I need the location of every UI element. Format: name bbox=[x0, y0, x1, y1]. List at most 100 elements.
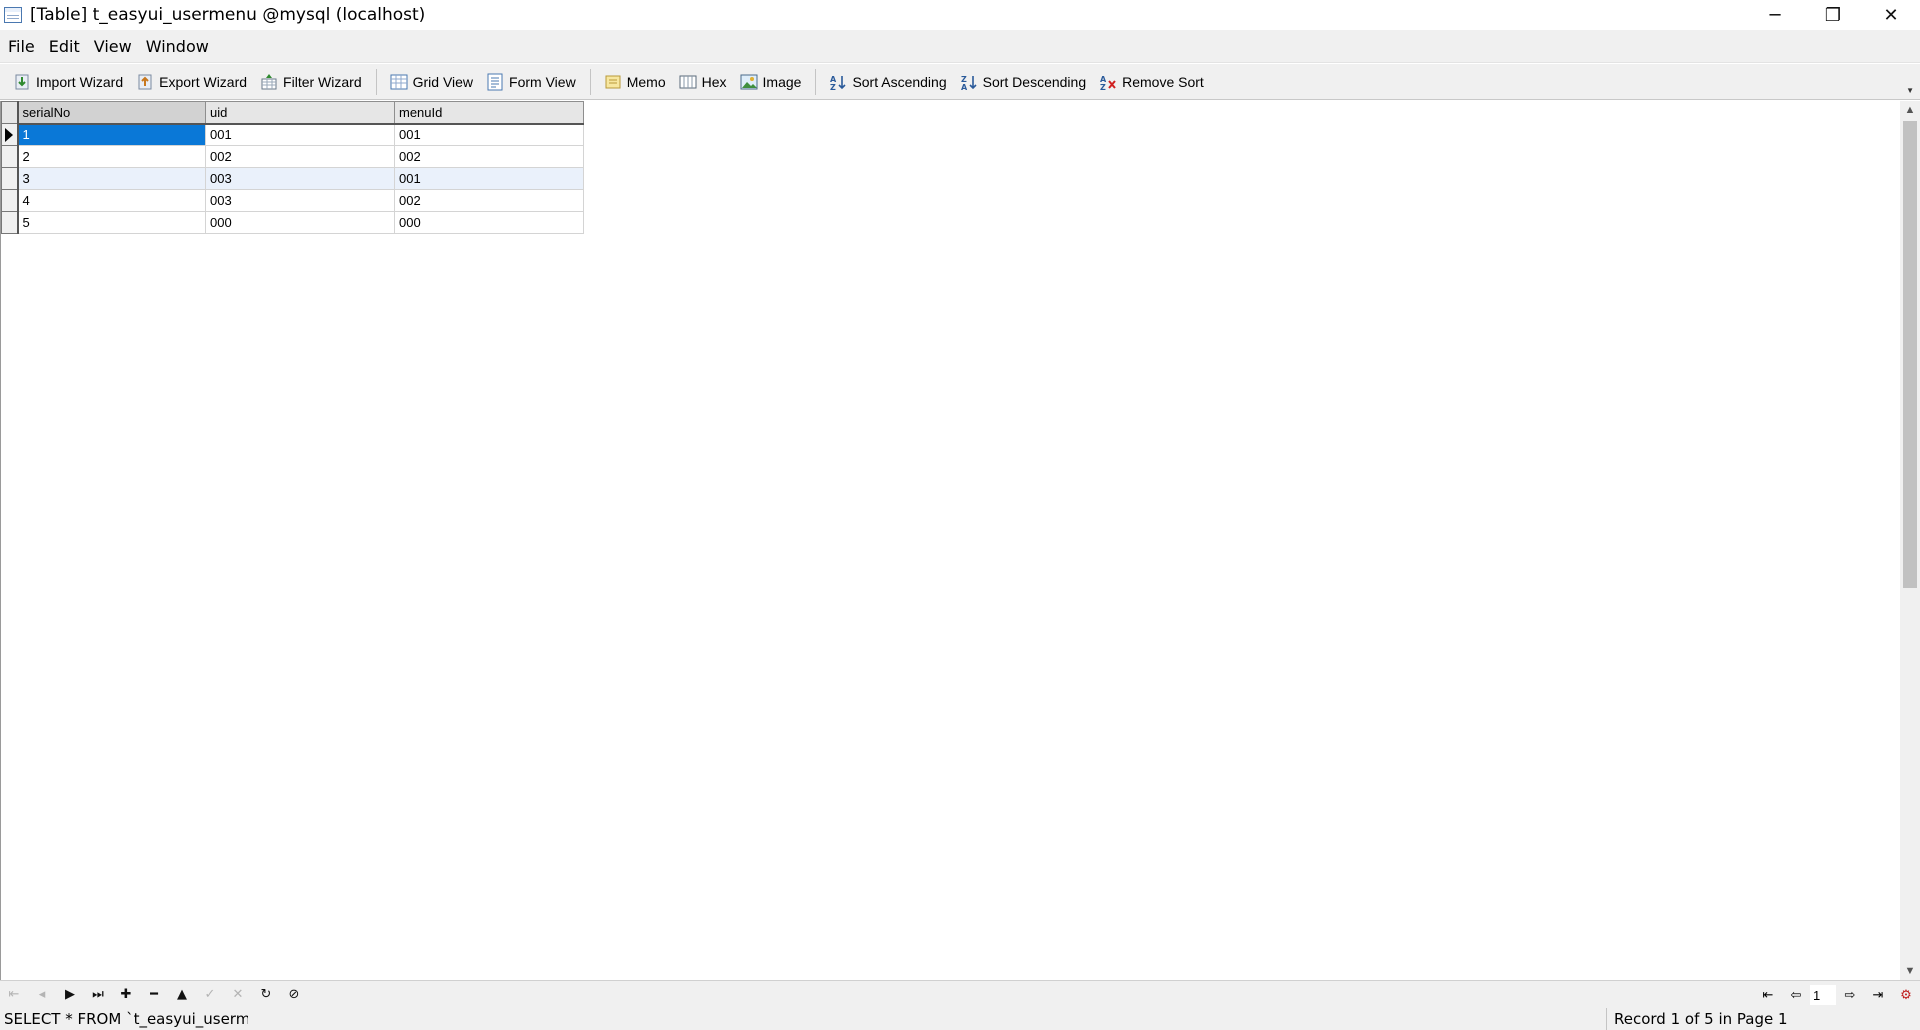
remove-sort-label: Remove Sort bbox=[1122, 73, 1204, 90]
row-indicator[interactable] bbox=[1, 189, 19, 212]
remove-sort-button[interactable]: AZ Remove Sort bbox=[1094, 67, 1208, 97]
row-indicator[interactable] bbox=[1, 145, 19, 168]
sort-ascending-button[interactable]: AZ Sort Ascending bbox=[824, 67, 950, 97]
hex-button[interactable]: Hex bbox=[674, 67, 731, 97]
last-page-icon[interactable]: ⇥ bbox=[1864, 983, 1892, 1007]
image-button[interactable]: Image bbox=[735, 67, 806, 97]
next-record-icon[interactable]: ▶ bbox=[56, 983, 84, 1007]
apply-changes-icon[interactable]: ✓ bbox=[196, 983, 224, 1007]
import-wizard-label: Import Wizard bbox=[36, 73, 124, 90]
first-page-icon[interactable]: ⇤ bbox=[1754, 983, 1782, 1007]
scroll-down-icon[interactable]: ▼ bbox=[1900, 962, 1920, 980]
svg-text:Z: Z bbox=[1100, 83, 1106, 91]
menu-bar: File Edit View Window bbox=[0, 30, 1920, 63]
table-window: [Table] t_easyui_usermenu @mysql (localh… bbox=[0, 0, 1920, 1030]
window-controls: ─ ❐ ✕ bbox=[1746, 0, 1920, 30]
column-header-serialno[interactable]: serialNo bbox=[17, 101, 206, 125]
sort-descending-label: Sort Descending bbox=[982, 73, 1087, 90]
svg-text:Z: Z bbox=[830, 83, 836, 91]
grid-table: serialNo uid menuId 1 001 001 2 002 002 bbox=[1, 101, 584, 234]
table-cell[interactable]: 000 bbox=[394, 211, 584, 234]
table-cell[interactable]: 002 bbox=[394, 189, 584, 212]
record-navigation-bar: ⇤ ◂ ▶ ⏭ ✚ ━ ▲ ✓ ✕ ↻ ⊘ ⇤ ⇦ 1 ⇨ ⇥ ⚙ bbox=[0, 980, 1920, 1008]
grid-view-icon bbox=[389, 72, 409, 92]
last-record-icon[interactable]: ⏭ bbox=[84, 983, 112, 1007]
table-cell[interactable]: 002 bbox=[205, 145, 395, 168]
import-icon bbox=[12, 72, 32, 92]
edit-record-icon[interactable]: ▲ bbox=[168, 983, 196, 1007]
status-bar: SELECT * FROM `t_easyui_usermenu` Record… bbox=[0, 1008, 1920, 1030]
next-page-icon[interactable]: ⇨ bbox=[1836, 983, 1864, 1007]
table-row[interactable]: 1 001 001 bbox=[1, 123, 584, 146]
svg-text:A: A bbox=[961, 83, 968, 91]
table-cell[interactable]: 003 bbox=[205, 189, 395, 212]
row-indicator[interactable] bbox=[1, 211, 19, 234]
status-divider bbox=[1606, 1008, 1607, 1030]
restore-button[interactable]: ❐ bbox=[1804, 0, 1862, 30]
memo-icon bbox=[603, 72, 623, 92]
table-row[interactable]: 2 002 002 bbox=[1, 145, 584, 168]
export-wizard-label: Export Wizard bbox=[159, 73, 248, 90]
row-indicator[interactable] bbox=[1, 123, 19, 146]
table-row[interactable]: 5 000 000 bbox=[1, 211, 584, 234]
remove-sort-icon: AZ bbox=[1098, 72, 1118, 92]
table-cell[interactable]: 5 bbox=[17, 211, 206, 234]
import-wizard-button[interactable]: Import Wizard bbox=[8, 67, 127, 97]
delete-record-icon[interactable]: ━ bbox=[140, 983, 168, 1007]
table-cell[interactable]: 2 bbox=[17, 145, 206, 168]
table-cell[interactable]: 003 bbox=[205, 167, 395, 190]
vertical-scrollbar[interactable]: ▲ ▼ bbox=[1900, 101, 1920, 980]
toolbar-overflow-icon[interactable]: ▼ bbox=[1906, 86, 1914, 95]
toolbar-divider bbox=[375, 68, 377, 95]
table-cell[interactable]: 001 bbox=[394, 167, 584, 190]
page-number-field[interactable]: 1 bbox=[1810, 985, 1836, 1005]
menu-file[interactable]: File bbox=[2, 37, 41, 56]
add-record-icon[interactable]: ✚ bbox=[112, 983, 140, 1007]
scrollbar-thumb[interactable] bbox=[1903, 121, 1917, 588]
table-cell[interactable]: 4 bbox=[17, 189, 206, 212]
table-cell[interactable]: 3 bbox=[17, 167, 206, 190]
table-row[interactable]: 4 003 002 bbox=[1, 189, 584, 212]
form-view-button[interactable]: Form View bbox=[481, 67, 580, 97]
image-icon bbox=[739, 72, 759, 92]
toolbar-divider bbox=[815, 68, 817, 95]
table-cell[interactable]: 1 bbox=[17, 123, 206, 146]
table-cell[interactable]: 000 bbox=[205, 211, 395, 234]
sort-descending-icon: ZA bbox=[959, 72, 979, 92]
memo-button[interactable]: Memo bbox=[599, 67, 670, 97]
minimize-button[interactable]: ─ bbox=[1746, 0, 1804, 30]
pager: ⇤ ⇦ 1 ⇨ ⇥ ⚙ bbox=[1754, 981, 1920, 1009]
grid-view-label: Grid View bbox=[412, 73, 474, 90]
hex-label: Hex bbox=[701, 73, 727, 90]
export-icon bbox=[135, 72, 155, 92]
sort-descending-button[interactable]: ZA Sort Descending bbox=[955, 67, 1091, 97]
discard-changes-icon[interactable]: ✕ bbox=[224, 983, 252, 1007]
menu-window[interactable]: Window bbox=[140, 37, 215, 56]
stop-icon[interactable]: ⊘ bbox=[280, 983, 308, 1007]
toolbar: Import Wizard Export Wizard Filter Wizar… bbox=[0, 64, 1920, 100]
page-settings-icon[interactable]: ⚙ bbox=[1892, 983, 1920, 1007]
window-title: [Table] t_easyui_usermenu @mysql (localh… bbox=[30, 5, 426, 25]
column-header-uid[interactable]: uid bbox=[205, 101, 395, 125]
menu-view[interactable]: View bbox=[88, 37, 138, 56]
table-row[interactable]: 3 003 001 bbox=[1, 167, 584, 190]
table-cell[interactable]: 001 bbox=[394, 123, 584, 146]
refresh-icon[interactable]: ↻ bbox=[252, 983, 280, 1007]
table-cell[interactable]: 001 bbox=[205, 123, 395, 146]
menu-edit[interactable]: Edit bbox=[43, 37, 86, 56]
previous-record-icon[interactable]: ◂ bbox=[28, 983, 56, 1007]
filter-wizard-button[interactable]: Filter Wizard bbox=[255, 67, 366, 97]
first-record-icon[interactable]: ⇤ bbox=[0, 983, 28, 1007]
row-indicator-header bbox=[1, 101, 19, 124]
close-button[interactable]: ✕ bbox=[1862, 0, 1920, 30]
data-grid: serialNo uid menuId 1 001 001 2 002 002 bbox=[0, 101, 1900, 980]
status-sql-text: SELECT * FROM `t_easyui_usermenu` bbox=[4, 1010, 248, 1028]
grid-view-button[interactable]: Grid View bbox=[385, 67, 477, 97]
column-header-menuid[interactable]: menuId bbox=[394, 101, 584, 125]
filter-icon bbox=[259, 72, 279, 92]
previous-page-icon[interactable]: ⇦ bbox=[1782, 983, 1810, 1007]
export-wizard-button[interactable]: Export Wizard bbox=[131, 67, 251, 97]
table-cell[interactable]: 002 bbox=[394, 145, 584, 168]
scroll-up-icon[interactable]: ▲ bbox=[1900, 101, 1920, 119]
row-indicator[interactable] bbox=[1, 167, 19, 190]
